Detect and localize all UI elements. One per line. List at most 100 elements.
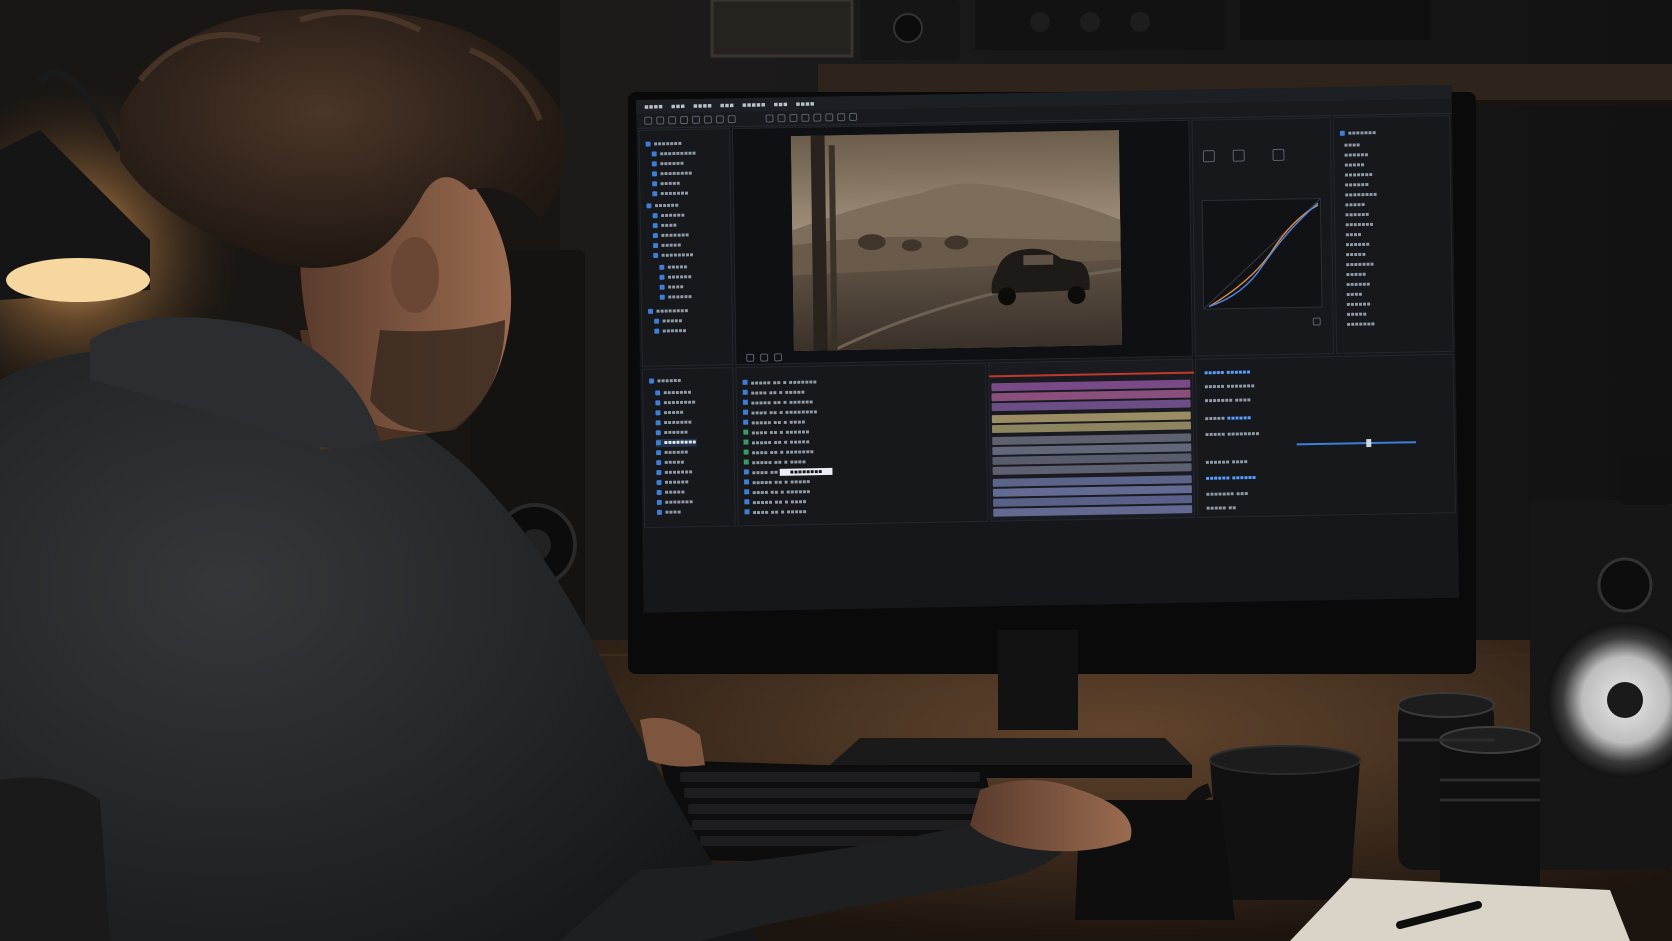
list-item[interactable]: ▪▪▪▪▪▪ bbox=[1345, 211, 1369, 219]
menu-item[interactable]: ▪▪▪▪▪ bbox=[742, 101, 766, 109]
tool-icon[interactable] bbox=[668, 116, 677, 125]
list-item[interactable]: ▪▪▪▪▪▪ bbox=[659, 293, 692, 302]
property-row[interactable]: ▪▪▪▪▪ ▪▪▪▪▪▪ bbox=[1204, 369, 1250, 377]
menu-item[interactable]: ▪▪▪▪ bbox=[796, 100, 815, 108]
slider-thumb[interactable] bbox=[1366, 439, 1372, 448]
list-item[interactable]: ▪▪▪▪▪▪▪ bbox=[1344, 171, 1372, 179]
tool-icon[interactable] bbox=[825, 113, 834, 122]
color-wheel-icon[interactable] bbox=[1202, 150, 1215, 163]
list-item[interactable]: ▪▪▪▪ bbox=[659, 283, 684, 291]
table-row[interactable]: ▪▪▪▪▪ ▪▪ ▪ ▪▪▪▪▪▪ bbox=[742, 399, 813, 409]
clip[interactable] bbox=[991, 421, 1191, 434]
property-row[interactable]: ▪▪▪▪▪▪ ▪▪▪▪ bbox=[1205, 458, 1247, 466]
menu-item[interactable]: ▪▪▪▪ bbox=[644, 102, 663, 110]
tool-icon[interactable] bbox=[680, 115, 689, 125]
list-item[interactable]: ▪▪▪▪▪▪▪▪ bbox=[648, 307, 688, 316]
list-item[interactable]: ▪▪▪▪▪ bbox=[653, 242, 681, 250]
list-item[interactable]: ▪▪▪▪▪▪▪ bbox=[655, 389, 692, 398]
list-item[interactable]: ▪▪▪▪▪▪▪▪ bbox=[1345, 191, 1377, 200]
list-item[interactable]: ▪▪▪▪▪ bbox=[656, 489, 685, 497]
list-item[interactable]: ▪▪▪▪▪▪▪ bbox=[656, 468, 693, 477]
clip[interactable] bbox=[992, 463, 1192, 475]
table-row[interactable]: ▪▪▪▪ ▪▪ ▪▪▪▪▪▪▪▪ bbox=[743, 467, 833, 479]
list-item[interactable]: ▪▪▪▪ bbox=[656, 509, 681, 517]
list-item[interactable]: ▪▪▪▪▪ bbox=[659, 263, 688, 271]
table-row[interactable]: ▪▪▪▪▪ ▪▪ ▪ ▪▪▪▪▪ bbox=[744, 478, 810, 488]
list-item[interactable]: ▪▪▪▪ bbox=[1345, 231, 1361, 239]
list-item[interactable]: ▪▪▪▪▪ bbox=[1346, 251, 1366, 259]
list-item[interactable]: ▪▪▪▪▪▪ bbox=[659, 273, 692, 282]
table-row[interactable]: ▪▪▪▪▪ ▪▪ ▪ ▪▪▪▪▪▪▪ bbox=[742, 379, 817, 389]
tool-icon[interactable] bbox=[765, 114, 774, 123]
list-item[interactable]: ▪▪▪▪▪▪▪▪ bbox=[655, 438, 697, 448]
table-row[interactable]: ▪▪▪▪▪ ▪▪ ▪ ▪▪▪▪ bbox=[743, 419, 805, 429]
step-forward-icon[interactable] bbox=[760, 353, 769, 362]
tool-icon[interactable] bbox=[703, 115, 712, 124]
list-item[interactable]: ▪▪▪▪▪ bbox=[1345, 201, 1365, 209]
play-icon[interactable] bbox=[746, 353, 755, 362]
list-item[interactable]: ▪▪▪▪▪▪ bbox=[1345, 181, 1369, 189]
table-row[interactable]: ▪▪▪▪ ▪▪ ▪ ▪▪▪▪▪ bbox=[742, 389, 805, 399]
curves-graph[interactable] bbox=[1201, 197, 1323, 310]
table-row[interactable]: ▪▪▪▪ ▪▪ ▪ ▪▪▪▪▪▪▪ bbox=[743, 448, 814, 458]
tool-icon[interactable] bbox=[644, 116, 653, 125]
playhead-line[interactable] bbox=[989, 371, 1195, 378]
table-row[interactable]: ▪▪▪▪▪ ▪▪ ▪ ▪▪▪▪▪ bbox=[743, 438, 810, 448]
property-row[interactable]: ▪▪▪▪▪▪ ▪▪▪▪▪▪ bbox=[1206, 474, 1257, 482]
list-item[interactable]: ▪▪▪▪▪ bbox=[1346, 271, 1366, 279]
menu-item[interactable]: ▪▪▪▪ bbox=[693, 102, 712, 110]
loop-icon[interactable] bbox=[774, 353, 783, 362]
property-row[interactable]: ▪▪▪▪▪ ▪▪▪▪▪▪▪ bbox=[1204, 382, 1255, 390]
tool-icon[interactable] bbox=[849, 112, 858, 121]
tool-icon[interactable] bbox=[801, 113, 810, 122]
list-item[interactable]: ▪▪▪▪▪▪ bbox=[1346, 301, 1370, 309]
list-item[interactable]: ▪▪▪▪▪▪▪ bbox=[1345, 221, 1373, 229]
list-item[interactable]: ▪▪▪▪▪▪▪ bbox=[1339, 129, 1376, 138]
list-item[interactable]: ▪▪▪▪ bbox=[652, 222, 677, 230]
tool-icon[interactable] bbox=[813, 113, 822, 122]
list-item[interactable]: ▪▪▪▪▪▪ bbox=[656, 478, 689, 487]
tool-icon[interactable] bbox=[837, 113, 846, 122]
menu-item[interactable]: ▪▪▪ bbox=[671, 102, 685, 110]
table-row[interactable]: ▪▪▪▪▪ ▪▪ ▪ ▪▪▪▪ bbox=[744, 498, 807, 508]
list-item[interactable]: ▪▪▪▪▪▪ bbox=[652, 212, 685, 221]
list-item[interactable]: ▪▪▪▪▪▪▪▪ bbox=[655, 399, 696, 408]
property-row[interactable]: ▪▪▪▪▪ ▪▪▪▪▪▪ bbox=[1205, 414, 1252, 422]
tool-icon[interactable] bbox=[691, 115, 701, 124]
tool-icon[interactable] bbox=[777, 114, 786, 123]
list-item[interactable]: ▪▪▪▪▪▪▪ bbox=[656, 498, 693, 507]
property-row[interactable]: ▪▪▪▪▪▪▪ ▪▪▪▪ bbox=[1204, 396, 1250, 404]
timeline-clips[interactable] bbox=[988, 358, 1196, 522]
list-item[interactable]: ▪▪▪▪▪ bbox=[655, 409, 684, 417]
list-item[interactable]: ▪▪▪▪ bbox=[1346, 291, 1362, 299]
menu-item[interactable]: ▪▪▪ bbox=[773, 100, 787, 108]
list-item[interactable]: ▪▪▪▪▪▪▪ bbox=[645, 140, 682, 149]
table-row[interactable]: ▪▪▪▪ ▪▪ ▪ ▪▪▪▪▪▪▪▪ bbox=[743, 408, 817, 418]
color-wheel-icon[interactable] bbox=[1272, 148, 1285, 161]
list-item[interactable]: ▪▪▪▪▪▪ bbox=[651, 160, 684, 169]
list-item[interactable]: ▪▪▪▪▪▪▪ bbox=[652, 231, 689, 240]
list-item[interactable]: ▪▪▪▪ bbox=[1344, 141, 1360, 149]
list-item[interactable]: ▪▪▪▪▪▪ bbox=[646, 202, 679, 211]
list-item[interactable]: ▪▪▪▪▪▪▪ bbox=[1346, 261, 1374, 269]
property-row[interactable]: ▪▪▪▪▪ ▪▪▪▪▪▪▪▪ bbox=[1205, 430, 1260, 438]
list-item[interactable]: ▪▪▪▪▪▪▪▪ bbox=[653, 251, 694, 260]
color-wheel-icon[interactable] bbox=[1232, 149, 1245, 162]
list-item[interactable]: ▪▪▪▪▪ bbox=[1344, 161, 1364, 169]
property-row[interactable]: ▪▪▪▪▪ ▪▪ bbox=[1206, 504, 1236, 512]
list-item[interactable]: ▪▪▪▪▪▪ bbox=[655, 429, 688, 438]
list-item[interactable]: ▪▪▪▪▪ bbox=[652, 180, 680, 188]
tool-icon[interactable] bbox=[715, 115, 724, 124]
list-item[interactable]: ▪▪▪▪▪▪ bbox=[649, 377, 681, 386]
tool-icon[interactable] bbox=[789, 113, 798, 123]
list-item[interactable]: ▪▪▪▪▪▪▪ bbox=[655, 419, 692, 428]
list-item[interactable]: ▪▪▪▪▪▪ bbox=[654, 327, 687, 336]
list-item[interactable]: ▪▪▪▪▪▪▪▪▪ bbox=[651, 150, 696, 159]
list-item[interactable]: ▪▪▪▪▪▪▪ bbox=[652, 190, 689, 199]
list-item[interactable]: ▪▪▪▪▪ bbox=[1346, 311, 1366, 319]
clip[interactable] bbox=[991, 399, 1191, 412]
menu-item[interactable]: ▪▪▪ bbox=[720, 101, 734, 109]
table-row[interactable]: ▪▪▪▪▪ ▪▪ ▪ ▪▪▪▪ bbox=[743, 458, 806, 468]
property-row[interactable]: ▪▪▪▪▪▪▪ ▪▪▪ bbox=[1206, 490, 1248, 498]
tool-icon[interactable] bbox=[727, 115, 736, 124]
